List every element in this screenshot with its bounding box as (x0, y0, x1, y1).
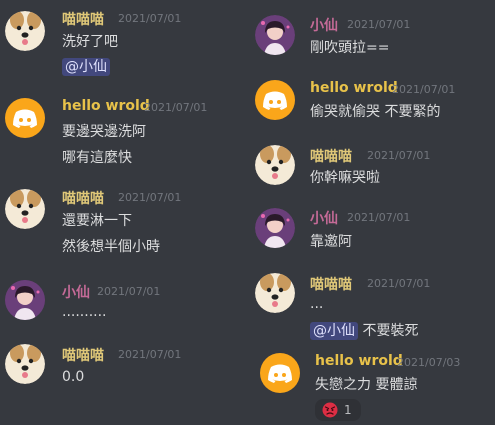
message-text: ... (310, 296, 324, 312)
angry-face-icon (322, 402, 338, 418)
discord-logo-icon (13, 109, 37, 128)
avatar-dog[interactable] (5, 189, 45, 229)
message-text: 靠邀阿 (310, 234, 352, 250)
avatar-girl[interactable] (5, 280, 45, 320)
message-text: 哪有這麼快 (62, 150, 132, 166)
message-text: 洗好了吧 (62, 34, 118, 50)
timestamp: 2021/07/01 (392, 83, 456, 96)
avatar-dog[interactable] (5, 11, 45, 51)
timestamp: 2021/07/01 (118, 12, 182, 25)
discord-logo-icon (268, 364, 292, 383)
user-mention[interactable]: @小仙 (310, 322, 358, 340)
message-text: 失戀之力 要體諒 (315, 377, 418, 393)
author-name[interactable]: 喵喵喵 (62, 345, 104, 365)
author-name[interactable]: hello wrold (310, 80, 398, 96)
message-text: 然後想半個小時 (62, 239, 160, 255)
timestamp: 2021/07/01 (118, 348, 182, 361)
avatar-dog[interactable] (5, 344, 45, 384)
user-mention[interactable]: @小仙 (62, 58, 110, 76)
avatar-discord[interactable] (260, 353, 300, 393)
author-name[interactable]: 小仙 (310, 208, 338, 228)
avatar-dog[interactable] (255, 273, 295, 313)
timestamp: 2021/07/01 (118, 191, 182, 204)
discord-logo-icon (263, 91, 287, 110)
author-name[interactable]: 小仙 (310, 15, 338, 35)
message-text: 要邊哭邊洗阿 (62, 124, 146, 140)
author-name[interactable]: 小仙 (62, 282, 90, 302)
message-text: 你幹嘛哭啦 (310, 170, 380, 186)
message-text: 0.0 (62, 369, 85, 385)
message-text: .......... (62, 304, 107, 320)
timestamp: 2021/07/01 (144, 101, 208, 114)
message-text: 不要裝死 (358, 323, 419, 339)
author-name[interactable]: 喵喵喵 (310, 146, 352, 166)
timestamp: 2021/07/01 (347, 18, 411, 31)
avatar-discord[interactable] (5, 98, 45, 138)
avatar-discord[interactable] (255, 80, 295, 120)
reaction-button[interactable]: 1 (315, 399, 361, 421)
message-mention-line: @小仙 不要裝死 (310, 320, 418, 340)
author-name[interactable]: 喵喵喵 (62, 188, 104, 208)
message-text: 還要淋一下 (62, 213, 132, 229)
avatar-girl[interactable] (255, 208, 295, 248)
message-text: 剛吹頭拉== (310, 40, 390, 56)
avatar-girl[interactable] (255, 15, 295, 55)
timestamp: 2021/07/01 (97, 285, 161, 298)
author-name[interactable]: hello wrold (315, 353, 403, 369)
author-name[interactable]: hello wrold (62, 98, 150, 114)
avatar-dog[interactable] (255, 145, 295, 185)
timestamp: 2021/07/01 (367, 149, 431, 162)
author-name[interactable]: 喵喵喵 (310, 274, 352, 294)
reaction-count: 1 (344, 403, 352, 417)
timestamp: 2021/07/01 (347, 211, 411, 224)
timestamp: 2021/07/01 (367, 277, 431, 290)
timestamp: 2021/07/03 (397, 356, 461, 369)
message-text: 偷哭就偷哭 不要緊的 (310, 104, 441, 120)
message-mention-line: @小仙 (62, 56, 110, 76)
author-name[interactable]: 喵喵喵 (62, 9, 104, 29)
